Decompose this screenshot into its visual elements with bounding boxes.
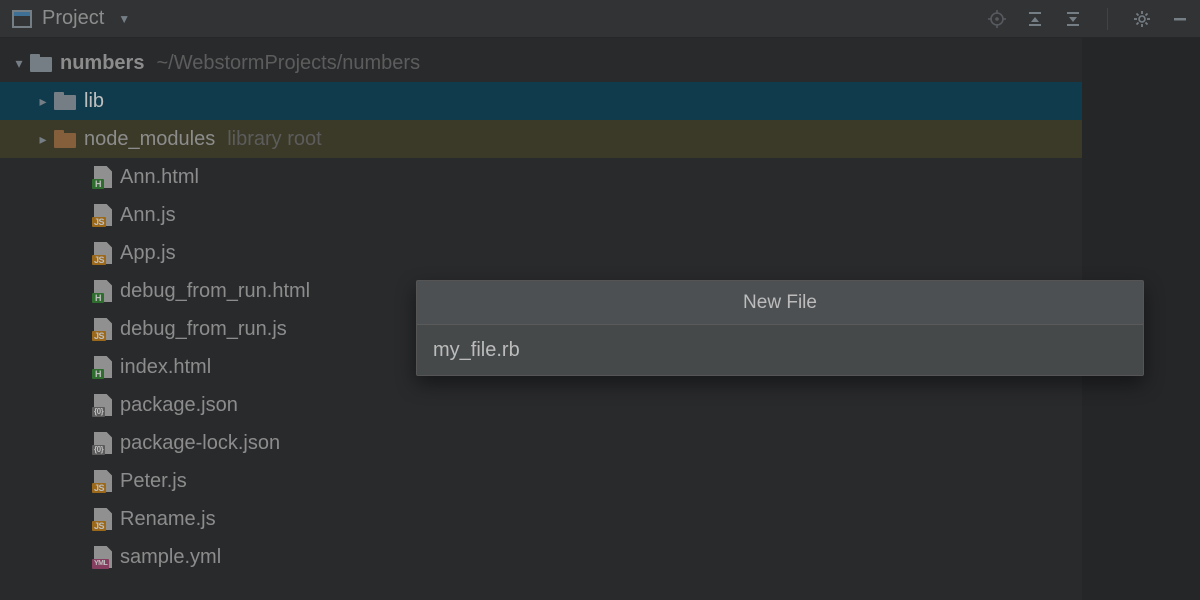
json-file-icon (94, 432, 112, 454)
new-file-popup: New File (416, 280, 1144, 376)
library-folder-icon (54, 130, 76, 148)
file-label: sample.yml (120, 546, 221, 569)
project-root-row[interactable]: numbers ~/WebstormProjects/numbers (0, 44, 1082, 82)
project-window-icon (12, 10, 32, 28)
js-file-icon (94, 470, 112, 492)
file-label: debug_from_run.js (120, 318, 287, 341)
file-label: Ann.js (120, 204, 176, 227)
dropdown-arrow-icon[interactable]: ▼ (118, 12, 130, 26)
folder-icon (30, 54, 52, 72)
minimize-icon[interactable] (1170, 9, 1190, 29)
file-row[interactable]: Ann.js (0, 196, 1082, 234)
folder-label: lib (84, 90, 104, 113)
file-label: Ann.html (120, 166, 199, 189)
chevron-right-icon[interactable] (32, 93, 54, 110)
file-label: debug_from_run.html (120, 280, 310, 303)
folder-row-lib[interactable]: lib (0, 82, 1082, 120)
js-file-icon (94, 318, 112, 340)
js-file-icon (94, 242, 112, 264)
expand-all-icon[interactable] (1025, 9, 1045, 29)
file-row[interactable]: package-lock.json (0, 424, 1082, 462)
file-row[interactable]: Ann.html (0, 158, 1082, 196)
new-file-name-input[interactable] (417, 325, 1143, 375)
folder-icon (54, 92, 76, 110)
file-row[interactable]: Rename.js (0, 500, 1082, 538)
chevron-right-icon[interactable] (32, 131, 54, 148)
html-file-icon (94, 280, 112, 302)
folder-row-node-modules[interactable]: node_modules library root (0, 120, 1082, 158)
file-label: Rename.js (120, 508, 216, 531)
file-label: package.json (120, 394, 238, 417)
html-file-icon (94, 166, 112, 188)
js-file-icon (94, 204, 112, 226)
popup-title: New File (417, 281, 1143, 325)
folder-label: node_modules (84, 128, 215, 151)
project-toolbar: Project ▼ (0, 0, 1200, 38)
file-label: package-lock.json (120, 432, 280, 455)
file-row[interactable]: package.json (0, 386, 1082, 424)
js-file-icon (94, 508, 112, 530)
yml-file-icon (94, 546, 112, 568)
file-label: Peter.js (120, 470, 187, 493)
target-icon[interactable] (987, 9, 1007, 29)
project-root-path: ~/WebstormProjects/numbers (156, 52, 420, 75)
settings-icon[interactable] (1132, 9, 1152, 29)
project-root-name: numbers (60, 52, 144, 75)
file-label: index.html (120, 356, 211, 379)
json-file-icon (94, 394, 112, 416)
toolbar-separator (1107, 8, 1108, 30)
file-row[interactable]: App.js (0, 234, 1082, 272)
file-row[interactable]: sample.yml (0, 538, 1082, 576)
file-row[interactable]: Peter.js (0, 462, 1082, 500)
chevron-down-icon[interactable] (8, 55, 30, 72)
collapse-all-icon[interactable] (1063, 9, 1083, 29)
html-file-icon (94, 356, 112, 378)
project-title[interactable]: Project (42, 7, 104, 30)
file-label: App.js (120, 242, 176, 265)
folder-subtitle: library root (227, 128, 321, 151)
